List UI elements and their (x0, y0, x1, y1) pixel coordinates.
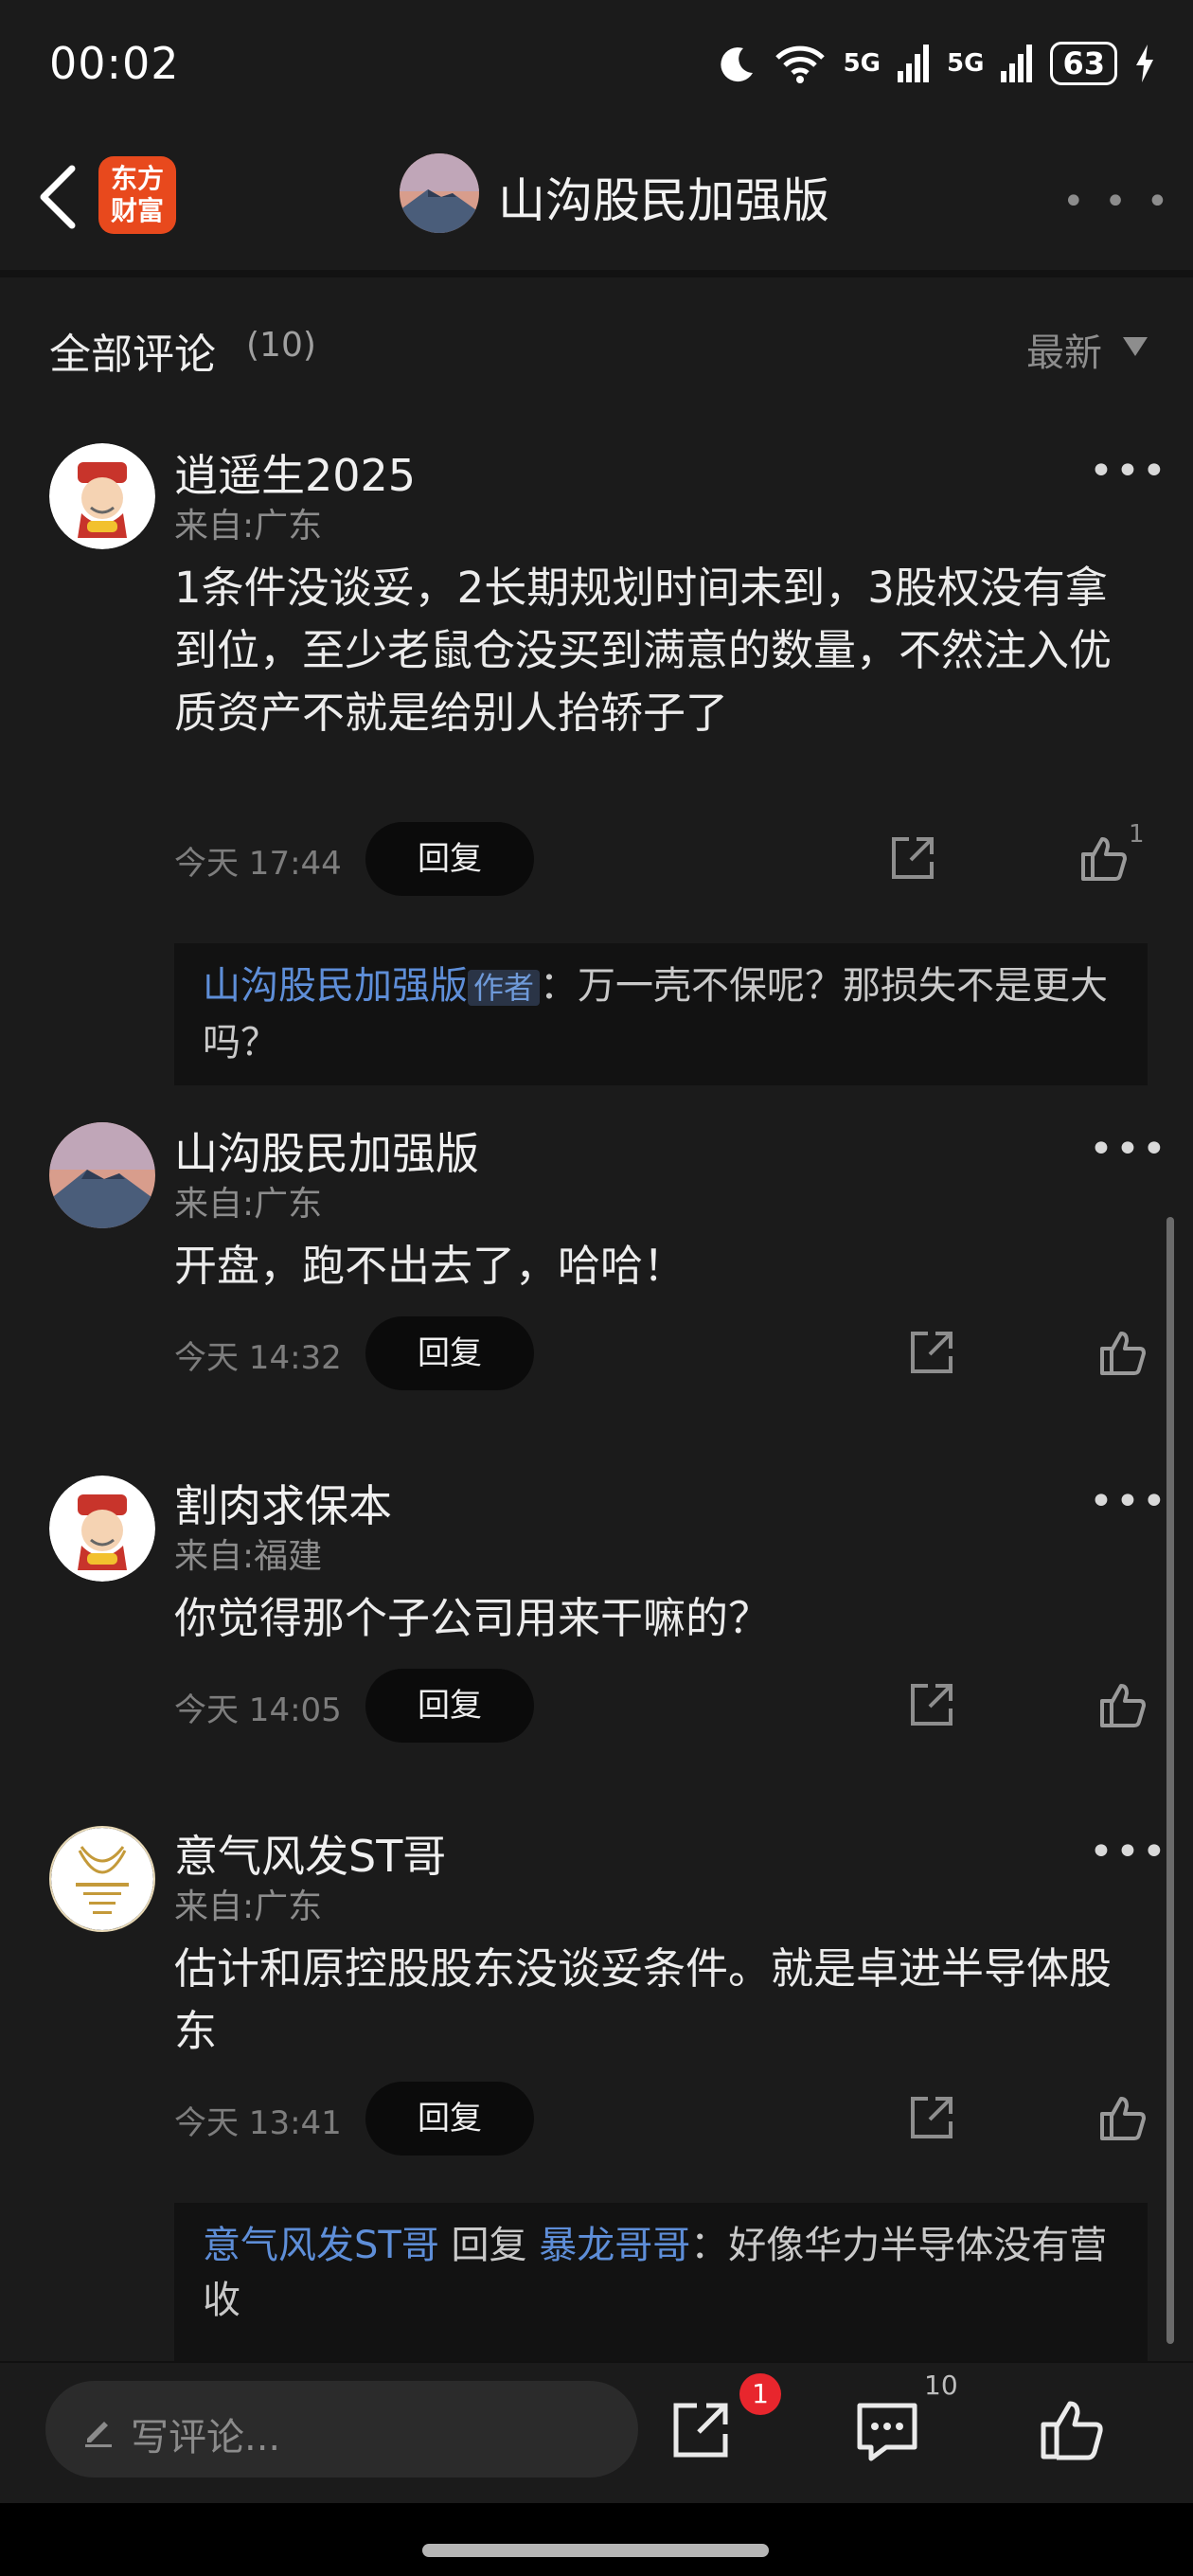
share-icon[interactable] (668, 2398, 733, 2462)
signal-2-label: 5G (947, 49, 985, 78)
comment-more-icon[interactable]: ••• (1089, 1828, 1168, 1876)
reply-button[interactable]: 回复 (365, 2082, 534, 2156)
like-icon[interactable] (1079, 833, 1129, 883)
like-icon[interactable] (1038, 2396, 1104, 2462)
system-nav-bar (0, 2503, 1193, 2576)
comment-text: 开盘，跑不出去了，哈哈！ (174, 1241, 686, 1291)
like-count: 1 (1129, 820, 1145, 849)
avatar[interactable] (49, 1826, 155, 1932)
status-time: 00:02 (49, 38, 180, 89)
sub-reply-separator: ： (540, 964, 579, 1008)
signal-1-label: 5G (843, 49, 881, 78)
pencil-icon (85, 2422, 112, 2447)
comment-more-icon[interactable]: ••• (1089, 1477, 1168, 1526)
comment-location: 来自:广东 (174, 507, 323, 546)
author-avatar[interactable] (400, 153, 479, 233)
notification-badge: 1 (739, 2373, 781, 2415)
signal-1-icon (898, 45, 930, 82)
moon-icon (720, 47, 753, 82)
sub-reply-reply-word: 回复 (451, 2224, 527, 2267)
sort-arrow-icon[interactable] (1123, 337, 1148, 356)
wifi-icon (775, 45, 825, 83)
avatar[interactable] (49, 1476, 155, 1582)
comment-time: 今天 13:41 (174, 2104, 342, 2142)
share-icon[interactable] (907, 1680, 956, 1729)
sort-dropdown[interactable]: 最新 (1026, 322, 1102, 377)
author-badge: 作者 (468, 970, 541, 1006)
share-icon[interactable] (907, 1328, 956, 1377)
reply-button[interactable]: 回复 (365, 822, 534, 896)
sub-reply[interactable]: 山沟股民加强版 作者 ：万一壳不保呢？那损失不是更大吗？ (174, 943, 1148, 1085)
page-title: 山沟股民加强版 (498, 173, 829, 228)
sub-reply-author[interactable]: 山沟股民加强版 (203, 964, 468, 1008)
reply-button[interactable]: 回复 (365, 1316, 534, 1390)
comment-username[interactable]: 意气风发ST哥 (174, 1822, 446, 1885)
comment-text: 估计和原控股股东没谈妥条件。就是卓进半导体股东 (174, 1943, 1113, 2056)
like-icon[interactable] (1098, 2093, 1148, 2142)
avatar[interactable] (49, 443, 155, 549)
reply-button[interactable]: 回复 (365, 1669, 534, 1743)
comment-time: 今天 14:32 (174, 1339, 342, 1377)
like-icon[interactable] (1098, 1328, 1148, 1377)
comment-time: 今天 14:05 (174, 1691, 342, 1729)
signal-2-icon (1001, 45, 1033, 82)
comment-more-icon[interactable]: ••• (1089, 447, 1168, 495)
charging-icon (1136, 45, 1153, 82)
comment-location: 来自:福建 (174, 1537, 323, 1576)
more-options-icon[interactable]: • • • (1062, 180, 1172, 224)
sub-reply-author[interactable]: 意气风发ST哥 (203, 2224, 439, 2267)
comment-username[interactable]: 山沟股民加强版 (174, 1119, 479, 1182)
comment-count: (10) (246, 326, 316, 365)
battery-indicator: 63 (1050, 42, 1117, 85)
app-logo[interactable]: 东方 财富 (98, 156, 176, 234)
status-icons: 5G 5G 63 (715, 42, 1155, 85)
comment-location: 来自:广东 (174, 1887, 323, 1926)
comment-time: 今天 17:44 (174, 845, 342, 883)
avatar[interactable] (49, 1122, 155, 1228)
sub-reply-target[interactable]: 暴龙哥哥 (539, 2224, 690, 2267)
home-indicator[interactable] (422, 2544, 769, 2557)
sub-reply-separator: ： (690, 2224, 729, 2267)
logo-text-top: 东方 (110, 163, 164, 194)
comment-text: 1条件没谈妥，2长期规划时间未到，3股权没有拿到位，至少老鼠仓没买到满意的数量，… (174, 563, 1113, 738)
back-arrow-icon[interactable] (32, 159, 89, 235)
comment-location: 来自:广东 (174, 1185, 323, 1224)
like-icon[interactable] (1098, 1680, 1148, 1729)
share-icon[interactable] (907, 2093, 956, 2142)
comment-text: 你觉得那个子公司用来干嘛的？ (174, 1593, 772, 1643)
comment-more-icon[interactable]: ••• (1089, 1125, 1168, 1173)
share-icon[interactable] (888, 833, 937, 883)
comment-username[interactable]: 割肉求保本 (174, 1472, 392, 1534)
comment-input-placeholder[interactable]: 写评论... (131, 2406, 280, 2461)
comment-total-count: 10 (924, 2370, 958, 2401)
sub-reply[interactable]: 意气风发ST哥 回复 暴龙哥哥：好像华力半导体没有营收 (174, 2203, 1148, 2361)
comment-icon[interactable] (854, 2400, 920, 2464)
scrollbar[interactable] (1166, 1217, 1174, 2344)
all-comments-label: 全部评论 (49, 331, 216, 379)
comment-username[interactable]: 逍遥生2025 (174, 441, 416, 504)
logo-text-bottom: 财富 (110, 195, 164, 226)
